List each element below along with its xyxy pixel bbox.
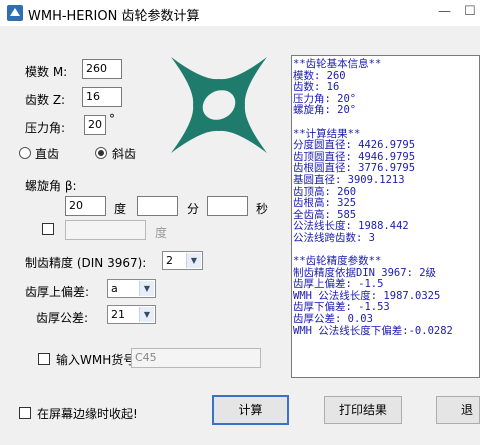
pressure-angle-input[interactable]: 20 bbox=[84, 115, 106, 135]
tolerance-select[interactable]: 21 ▼ bbox=[107, 305, 156, 324]
result-output[interactable]: **齿轮基本信息** 模数: 260 齿数: 16 压力角: 20° 螺旋角: … bbox=[291, 55, 480, 378]
collapse-edge-label: 在屏幕边缘时收起! bbox=[37, 407, 138, 421]
output-line: 基圆直径: 3909.1213 bbox=[293, 173, 405, 186]
precision-select-value: 2 bbox=[166, 254, 173, 267]
upper-deviation-label: 齿厚上偏差: bbox=[25, 285, 90, 299]
helix-angle-label: 螺旋角 β: bbox=[25, 179, 77, 193]
degree-sign: ° bbox=[109, 112, 115, 126]
maximize-button[interactable]: ☐ bbox=[464, 4, 476, 19]
output-line: 公法线跨齿数: 3 bbox=[293, 231, 375, 244]
module-input[interactable]: 260 bbox=[82, 59, 122, 79]
minute-unit-label: 分 bbox=[187, 202, 200, 216]
output-line: **齿轮基本信息** bbox=[293, 58, 382, 70]
alt-degree-input[interactable] bbox=[65, 220, 146, 240]
upper-deviation-select[interactable]: a ▼ bbox=[107, 279, 156, 298]
precision-label: 制齿精度 (DIN 3967): bbox=[25, 256, 147, 270]
second-unit-label: 秒 bbox=[256, 202, 269, 216]
radio-spur-label: 直齿 bbox=[35, 147, 60, 161]
title-bar: WMH-HERION 齿轮参数计算 — ☐ bbox=[0, 0, 480, 26]
window-title: WMH-HERION 齿轮参数计算 bbox=[28, 9, 200, 24]
collapse-edge-checkbox[interactable] bbox=[19, 407, 31, 419]
radio-helical-label: 斜齿 bbox=[112, 147, 137, 161]
precision-select[interactable]: 2 ▼ bbox=[162, 251, 203, 270]
degree-unit-label: 度 bbox=[114, 202, 127, 216]
wmh-code-label: 输入WMH货号 bbox=[56, 353, 136, 367]
herion-logo bbox=[171, 57, 267, 153]
alt-degree-unit: 度 bbox=[155, 226, 168, 240]
radio-spur[interactable] bbox=[19, 147, 31, 159]
print-results-button[interactable]: 打印结果 bbox=[324, 396, 402, 424]
radio-helical[interactable] bbox=[95, 147, 107, 159]
output-line: 螺旋角: 20° bbox=[293, 104, 357, 117]
output-line: 齿厚公差: 0.03 bbox=[293, 313, 373, 326]
exit-button[interactable]: 退出 bbox=[436, 396, 480, 424]
helix-minute-input[interactable] bbox=[137, 196, 178, 216]
output-line: 分度圆直径: 4426.9795 bbox=[293, 139, 416, 152]
minimize-button[interactable]: — bbox=[438, 4, 451, 19]
app-icon bbox=[7, 5, 23, 21]
tolerance-value: 21 bbox=[111, 308, 125, 321]
upper-deviation-value: a bbox=[111, 282, 118, 295]
chevron-down-icon[interactable]: ▼ bbox=[186, 253, 201, 268]
output-line: **齿轮精度参数** bbox=[293, 255, 382, 268]
alt-degree-checkbox[interactable] bbox=[42, 223, 54, 235]
helix-degree-input[interactable]: 20 bbox=[65, 196, 106, 216]
calculate-button[interactable]: 计算 bbox=[212, 395, 289, 425]
teeth-label: 齿数 Z: bbox=[25, 93, 66, 107]
chevron-down-icon[interactable]: ▼ bbox=[139, 281, 154, 296]
output-line: WMH 公法线长度下偏差:-0.0282 bbox=[293, 324, 453, 337]
wmh-code-input[interactable]: C45 bbox=[131, 348, 261, 368]
pressure-angle-label: 压力角: bbox=[25, 121, 66, 135]
helix-second-input[interactable] bbox=[207, 196, 248, 216]
tolerance-label: 齿厚公差: bbox=[36, 311, 89, 325]
chevron-down-icon[interactable]: ▼ bbox=[139, 307, 154, 322]
wmh-code-checkbox[interactable] bbox=[38, 353, 50, 365]
teeth-input[interactable]: 16 bbox=[82, 87, 122, 107]
output-line: 齿根高: 325 bbox=[293, 197, 357, 210]
module-label: 模数 M: bbox=[25, 65, 68, 79]
